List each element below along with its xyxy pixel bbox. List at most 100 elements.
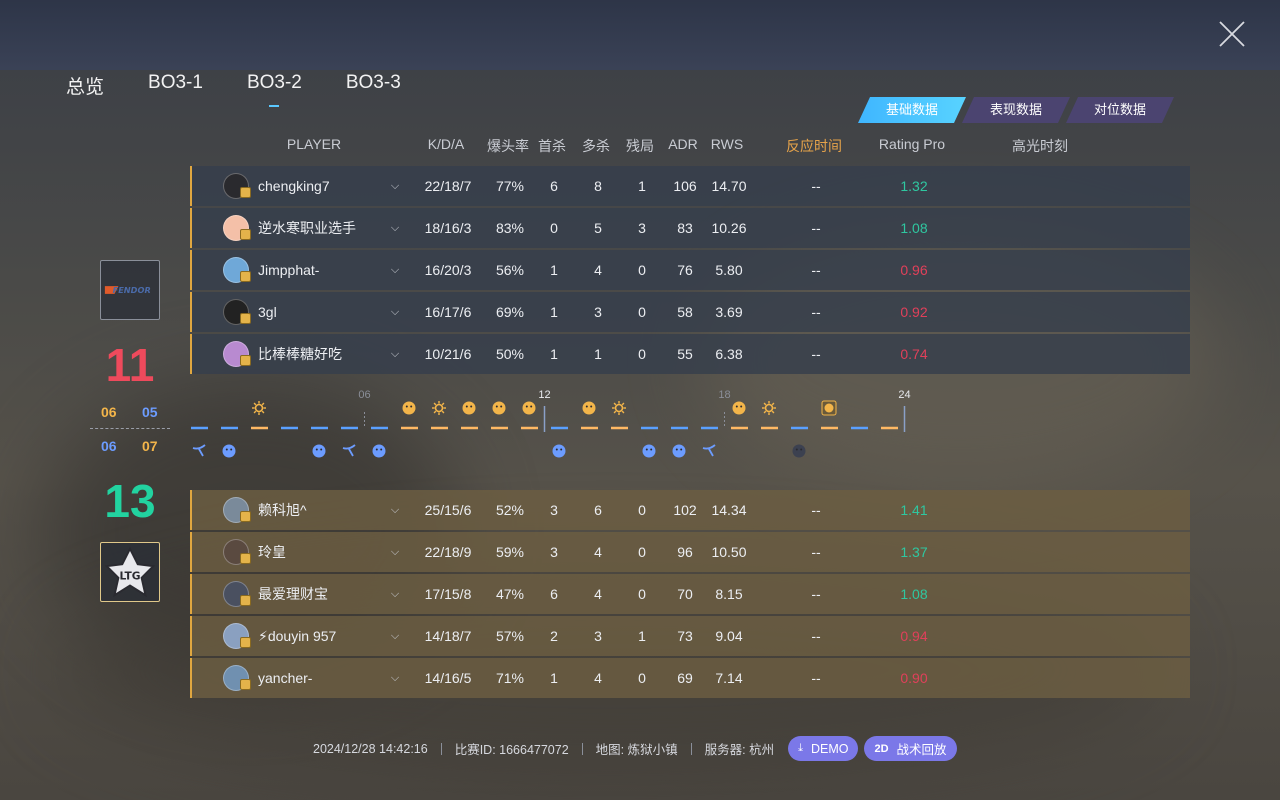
player-first-kills: 0 [550,220,558,236]
player-row[interactable]: 3gl ⌵ 16/17/6 69% 1 3 0 58 3.69 -- 0.92 [190,292,1190,332]
player-rating: 1.08 [900,220,928,236]
player-rws: 10.26 [711,220,747,236]
player-multi-kills: 3 [594,304,602,320]
player-kda: 16/20/3 [424,262,472,278]
player-row[interactable]: 逆水寒职业选手 ⌵ 18/16/3 83% 0 5 3 83 10.26 -- 1.08 [190,208,1190,248]
chevron-down-icon[interactable]: ⌵ [388,166,402,206]
player-row[interactable]: 玲皇 ⌵ 22/18/9 59% 3 4 0 96 10.50 -- 1.37 [190,532,1190,572]
player-clutches: 0 [638,304,646,320]
player-rws: 9.04 [715,628,743,644]
player-clutches: 3 [638,220,646,236]
player-clutches: 0 [638,262,646,278]
player-adr: 83 [677,220,693,236]
player-rating: 0.94 [900,628,928,644]
player-adr: 76 [677,262,693,278]
player-name[interactable]: 3gl [258,292,388,332]
tab-matchup-data[interactable]: 对位数据 [1066,97,1174,123]
player-rws: 14.34 [711,502,747,518]
bomb-explode-ray [441,410,445,414]
tactical-replay-button[interactable]: 2D 战术回放 [864,736,957,761]
player-name[interactable]: 比棒棒糖好吃 [258,334,388,374]
player-kda: 10/21/6 [424,346,472,362]
defuse-icon [192,444,206,457]
elimination-icon-eye [555,448,558,451]
player-clutches: 1 [638,178,646,194]
team-logo-bottom-text: LTG [120,570,141,583]
chevron-down-icon[interactable]: ⌵ [388,616,402,656]
tab-performance-data[interactable]: 表现数据 [962,97,1070,123]
tab-bo3-3[interactable]: BO3-3 [346,72,401,99]
player-multi-kills: 4 [594,586,602,602]
player-first-kills: 1 [550,670,558,686]
player-kda: 25/15/6 [424,502,472,518]
player-headshot-rate: 56% [495,262,525,278]
player-name[interactable]: Jimpphat- [258,250,388,290]
player-rws: 14.70 [711,178,747,194]
elimination-icon-eye [225,448,228,451]
tab-basic-data[interactable]: 基础数据 [858,97,966,123]
player-name[interactable]: 逆水寒职业选手 [258,208,388,248]
elimination-icon-eye [645,448,648,451]
player-row[interactable]: Jimpphat- ⌵ 16/20/3 56% 1 4 0 76 5.80 -- 0.96 [190,250,1190,290]
player-headshot-rate: 69% [495,304,525,320]
elimination-icon-eye [530,405,533,408]
bomb-explode-icon [764,403,774,413]
column-adr: ADR [668,136,698,152]
team-top-half2: 06 [101,438,117,454]
team-top-score: 11 [105,339,155,391]
team-bottom-half1: 05 [142,404,158,420]
column-headshot: 爆头率 [487,138,529,154]
elimination-icon-eye [650,448,653,451]
player-row[interactable]: chengking7 ⌵ 22/18/7 77% 6 8 1 106 14.70 -- 1.32 [190,166,1190,206]
player-name[interactable]: chengking7 [258,166,388,206]
player-rating: 1.32 [900,178,928,194]
chevron-down-icon[interactable]: ⌵ [388,532,402,572]
rank-badge-icon [240,637,251,648]
chevron-down-icon[interactable]: ⌵ [388,574,402,614]
player-row[interactable]: ⚡douyin 957 ⌵ 14/18/7 57% 2 3 1 73 9.04 -- 0.94 [190,616,1190,656]
chevron-down-icon[interactable]: ⌵ [388,250,402,290]
column-player: PLAYER [286,136,342,152]
player-row[interactable]: 比棒棒糖好吃 ⌵ 10/21/6 50% 1 1 0 55 6.38 -- 0.74 [190,334,1190,374]
player-row[interactable]: 最爱理财宝 ⌵ 17/15/8 47% 6 4 0 70 8.15 -- 1.08 [190,574,1190,614]
player-reaction-time: -- [811,544,821,560]
chevron-down-icon[interactable]: ⌵ [388,334,402,374]
player-clutches: 0 [638,544,646,560]
player-row[interactable]: yancher- ⌵ 14/16/5 71% 1 4 0 69 7.14 -- 0.90 [190,658,1190,698]
chevron-down-icon[interactable]: ⌵ [388,208,402,248]
player-row[interactable]: 赖科旭^ ⌵ 25/15/6 52% 3 6 0 102 14.34 -- 1.41 [190,490,1190,530]
player-name[interactable]: 赖科旭^ [258,490,388,530]
demo-download-button[interactable]: ⤓ DEMO [788,736,859,761]
chevron-down-icon[interactable]: ⌵ [388,658,402,698]
tab-overview[interactable]: 总览 [66,72,104,99]
tab-bo3-2[interactable]: BO3-2 [247,72,302,107]
chevron-down-icon[interactable]: ⌵ [388,292,402,332]
team-logo-bottom: LTG [100,542,160,602]
player-reaction-time: -- [811,670,821,686]
player-name[interactable]: ⚡douyin 957 [258,616,388,656]
player-adr: 102 [673,502,697,518]
player-reaction-time: -- [811,262,821,278]
tab-bo3-1[interactable]: BO3-1 [148,72,203,99]
elimination-icon-eye [230,448,233,451]
player-name[interactable]: 玲皇 [258,532,388,572]
rank-badge-icon [240,187,251,198]
column-reaction-time: 反应时间 [786,138,842,154]
divider [440,742,442,755]
player-rws: 7.14 [715,670,743,686]
match-map: 地图: 炼狱小镇 [595,743,678,757]
chevron-down-icon[interactable]: ⌵ [388,490,402,530]
player-name[interactable]: yancher- [258,658,388,698]
team-logo-top: FENDOR [100,260,160,320]
player-name[interactable]: 最爱理财宝 [258,574,388,614]
player-headshot-rate: 71% [495,670,525,686]
player-rating: 0.96 [900,262,928,278]
download-icon: ⤓ [798,742,803,754]
elimination-icon [222,444,236,458]
player-headshot-rate: 50% [495,346,525,362]
player-first-kills: 6 [550,178,558,194]
player-reaction-time: -- [811,178,821,194]
player-multi-kills: 4 [594,544,602,560]
close-icon[interactable] [1218,20,1246,48]
player-rating: 0.74 [900,346,928,362]
